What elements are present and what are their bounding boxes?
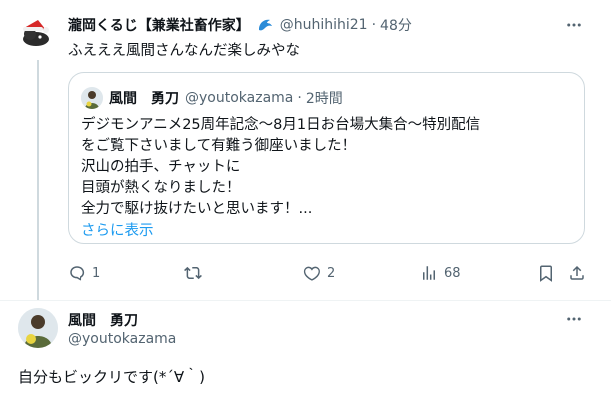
quoted-tweet-text: デジモンアニメ25周年記念〜8月1日お台場大集合〜特別配信 をご覧下さいまして有… (81, 115, 571, 220)
more-options-button[interactable] (563, 308, 585, 330)
author-handle[interactable]: @youtokazama (68, 331, 176, 347)
quoted-author-name: 風間 勇刀 (109, 91, 179, 107)
separator-dot: · (297, 90, 302, 106)
quoted-tweet-header: 風間 勇刀 @youtokazama · 2時間 (109, 87, 343, 109)
views-count: 68 (444, 265, 461, 281)
author-name[interactable]: 風間 勇刀 (68, 310, 138, 330)
like-button[interactable]: 2 (303, 262, 335, 284)
quoted-text-line: 全力で駆け抜けたいと思います！... (81, 201, 313, 217)
author-handle[interactable]: @huhihihi21 (280, 17, 368, 33)
tweet-text: 自分もビックリです(*´∀｀) (18, 368, 205, 386)
quoted-author-handle: @youtokazama (185, 90, 294, 106)
thread-connector-line (37, 60, 39, 300)
person-avatar-icon (18, 308, 58, 348)
post-divider (0, 300, 611, 301)
tweet-post[interactable]: 瀧岡くるじ【兼業社畜作家】 @huhihihi21 · 48分 ふえええ風間さん… (0, 0, 611, 300)
separator-dot: · (371, 17, 377, 33)
quoted-timestamp: 2時間 (305, 91, 343, 107)
quoted-text-line: をご覧下さいまして有難う御座いました！ (81, 138, 357, 154)
quoted-text-line: 沢山の拍手、チャットに (81, 159, 241, 175)
quoted-text-line: 目頭が熱くなりました！ (81, 180, 241, 196)
tweet-header: 瀧岡くるじ【兼業社畜作家】 @huhihihi21 · 48分 (68, 14, 568, 36)
tweet-text: ふえええ風間さんなんだ楽しみやな (68, 43, 300, 59)
reply-count: 1 (92, 265, 101, 281)
bookmark-button[interactable] (537, 262, 555, 284)
share-icon (570, 265, 584, 280)
like-count: 2 (327, 265, 336, 281)
analytics-icon (423, 266, 435, 280)
quoted-avatar (81, 87, 103, 109)
person-avatar-icon (81, 87, 103, 109)
repost-icon (184, 266, 202, 280)
timestamp[interactable]: 48分 (380, 15, 412, 35)
santa-hat-avatar-icon (16, 12, 56, 52)
views-button[interactable]: 68 (420, 262, 461, 284)
tweet-actions-bar: 1 2 68 (68, 262, 588, 284)
heart-icon (303, 266, 320, 281)
more-options-button[interactable] (563, 14, 585, 36)
avatar[interactable] (18, 308, 58, 348)
blue-dolphin-icon (256, 16, 274, 34)
author-name[interactable]: 瀧岡くるじ【兼業社畜作家】 (68, 15, 250, 35)
reply-icon (70, 266, 85, 281)
reply-button[interactable]: 1 (68, 262, 100, 284)
repost-button[interactable] (184, 262, 208, 284)
quoted-text-line: デジモンアニメ25周年記念〜8月1日お台場大集合〜特別配信 (81, 117, 481, 133)
more-horizontal-icon (567, 23, 581, 27)
show-more-link[interactable]: さらに表示 (81, 219, 154, 240)
share-button[interactable] (568, 262, 586, 284)
more-horizontal-icon (567, 317, 581, 321)
avatar[interactable] (16, 12, 56, 52)
quoted-tweet-card[interactable]: 風間 勇刀 @youtokazama · 2時間 デジモンアニメ25周年記念〜8… (68, 72, 585, 244)
bookmark-icon (540, 265, 552, 282)
